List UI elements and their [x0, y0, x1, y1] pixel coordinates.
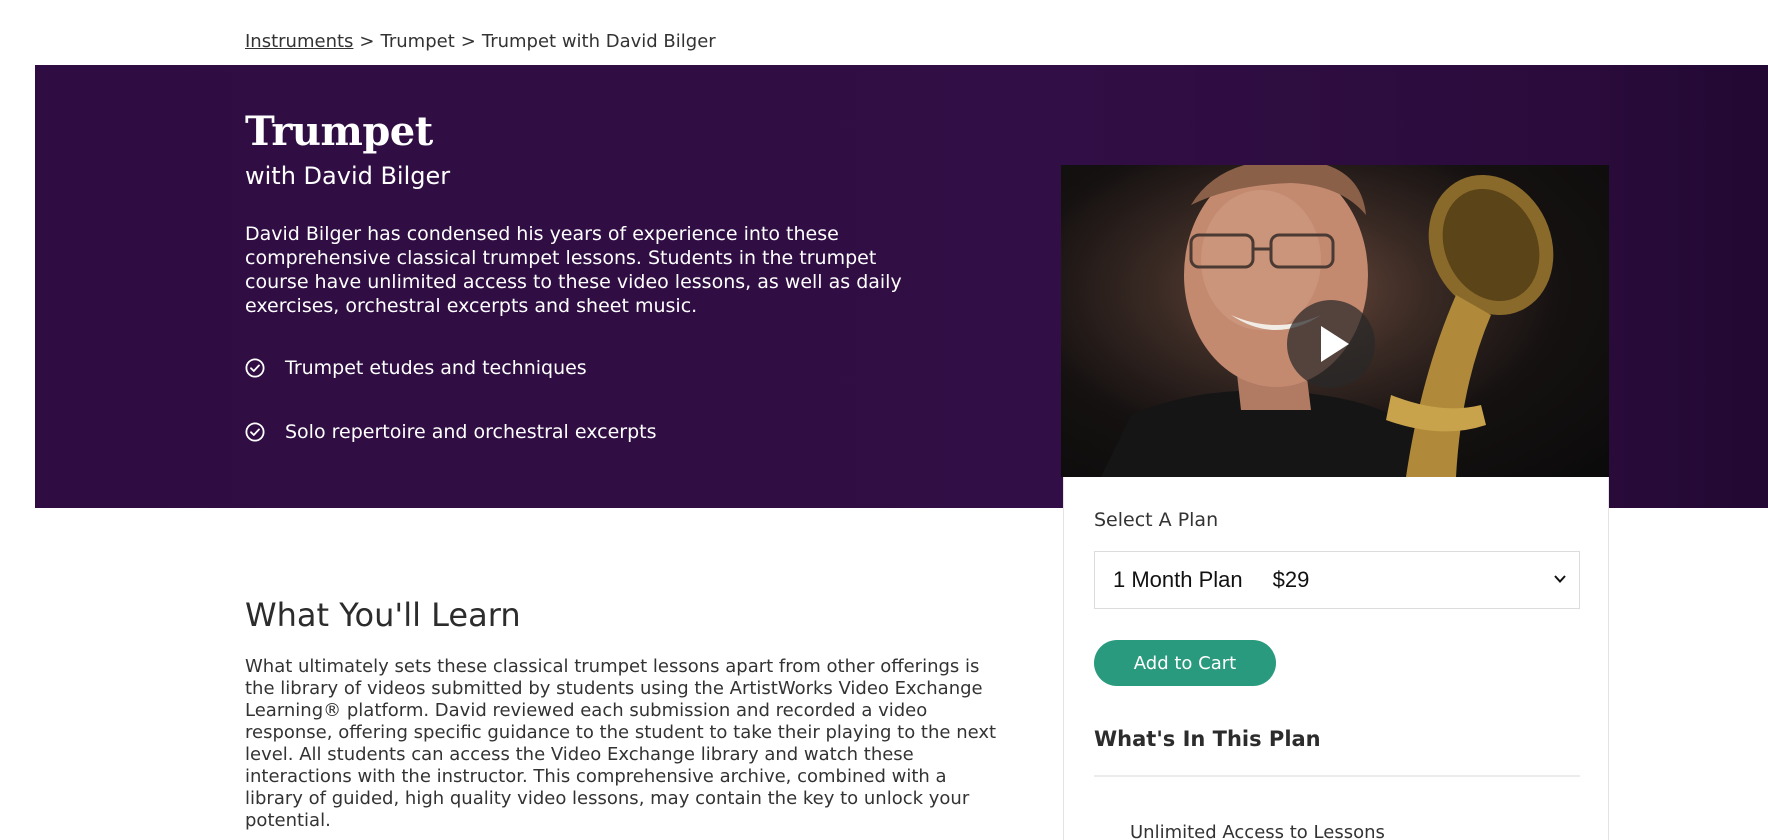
feature-label: Trumpet etudes and techniques — [285, 357, 587, 379]
plan-select-label: Select A Plan — [1094, 509, 1219, 531]
check-circle-icon — [245, 422, 265, 442]
check-circle-icon — [245, 358, 265, 378]
page-title: Trumpet — [245, 108, 433, 155]
breadcrumb-item-trumpet: Trumpet — [380, 31, 455, 52]
breadcrumb-separator: > — [359, 31, 375, 52]
feature-item: Solo repertoire and orchestral excerpts — [245, 421, 656, 443]
feature-item: Trumpet etudes and techniques — [245, 357, 587, 379]
breadcrumb-item-current: Trumpet with David Bilger — [481, 31, 716, 52]
plan-feature-item: Unlimited Access to Lessons — [1130, 822, 1385, 840]
breadcrumb-separator: > — [460, 31, 476, 52]
plan-contents-heading: What's In This Plan — [1094, 727, 1321, 751]
feature-label: Solo repertoire and orchestral excerpts — [285, 421, 657, 443]
plan-card: Select A Plan 1 Month Plan $29 Add to Ca… — [1063, 477, 1609, 840]
plan-select-dropdown[interactable]: 1 Month Plan $29 — [1094, 551, 1580, 609]
play-icon — [1321, 326, 1349, 362]
selected-plan-price: $29 — [1272, 567, 1310, 592]
learn-section-title: What You'll Learn — [245, 596, 521, 634]
chevron-down-icon — [1554, 575, 1566, 583]
play-button[interactable] — [1287, 300, 1375, 388]
selected-plan-name: 1 Month Plan — [1113, 567, 1243, 592]
course-description: David Bilger has condensed his years of … — [245, 223, 902, 317]
add-to-cart-button[interactable]: Add to Cart — [1094, 640, 1276, 686]
divider — [1094, 775, 1580, 777]
breadcrumb: Instruments > Trumpet > Trumpet with David B… — [245, 31, 716, 52]
video-player[interactable] — [1061, 165, 1609, 477]
page: Instruments > Trumpet > Trumpet with David B… — [0, 0, 1768, 840]
breadcrumb-link-instruments[interactable]: Instruments — [245, 31, 353, 52]
learn-section-body: What ultimately sets these classical tru… — [245, 656, 997, 831]
instructor-subtitle: with David Bilger — [245, 162, 451, 190]
